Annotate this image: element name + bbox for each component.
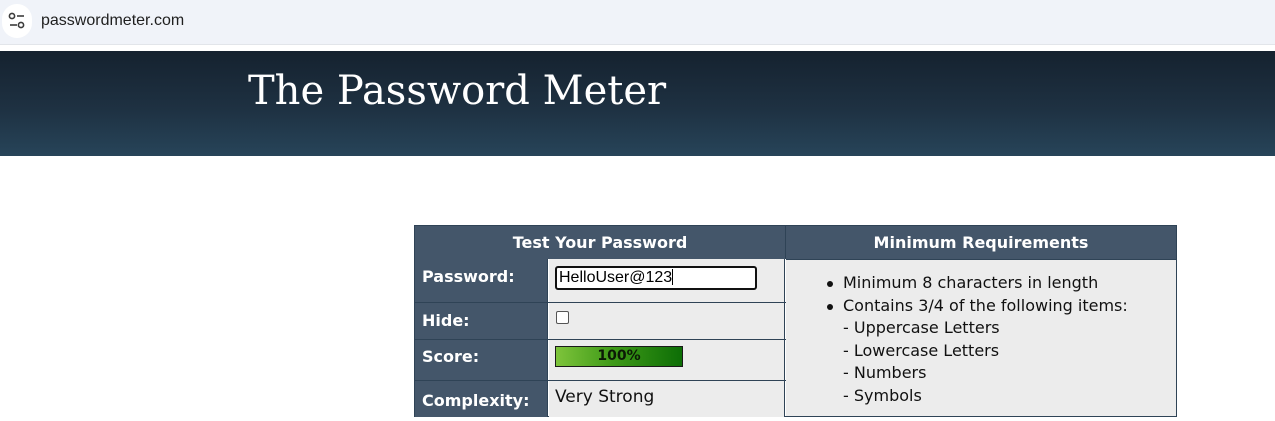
score-cell: 100% <box>549 340 785 380</box>
complexity-label: Complexity: <box>415 381 548 417</box>
requirements-list: Minimum 8 characters in length Contains … <box>816 272 1128 407</box>
requirement-subitem: - Lowercase Letters <box>843 340 1000 360</box>
site-header: The Password Meter <box>0 51 1275 156</box>
complexity-cell: Very Strong <box>549 381 785 417</box>
hide-checkbox[interactable] <box>556 311 569 324</box>
password-meter-table: Test Your Password Minimum Requirements … <box>414 225 1177 417</box>
text-caret <box>672 269 674 285</box>
hide-cell <box>549 303 785 339</box>
site-title: The Password Meter <box>248 68 667 114</box>
tune-icon <box>8 12 25 29</box>
requirement-subitem: - Uppercase Letters <box>843 318 1000 337</box>
requirement-item: Minimum 8 characters in length <box>816 272 1128 295</box>
requirement-subitem: - Numbers <box>843 363 927 382</box>
score-label: Score: <box>415 340 548 380</box>
score-bar: 100% <box>555 346 683 367</box>
browser-address-bar: passwordmeter.com <box>0 0 1275 45</box>
url-text[interactable]: passwordmeter.com <box>41 12 184 30</box>
requirement-item: Contains 3/4 of the following items: <box>816 295 1128 318</box>
password-cell: HelloUser@123 <box>549 259 785 302</box>
password-label: Password: <box>415 259 548 302</box>
minimum-requirements-header: Minimum Requirements <box>786 226 1176 259</box>
complexity-value: Very Strong <box>555 387 655 407</box>
requirements-panel: Minimum 8 characters in length Contains … <box>786 259 1176 416</box>
test-password-header: Test Your Password <box>415 226 786 259</box>
password-input[interactable]: HelloUser@123 <box>555 266 757 290</box>
site-info-button[interactable] <box>2 4 32 38</box>
requirement-subitem: - Symbols <box>843 385 922 405</box>
hide-label: Hide: <box>415 303 548 339</box>
